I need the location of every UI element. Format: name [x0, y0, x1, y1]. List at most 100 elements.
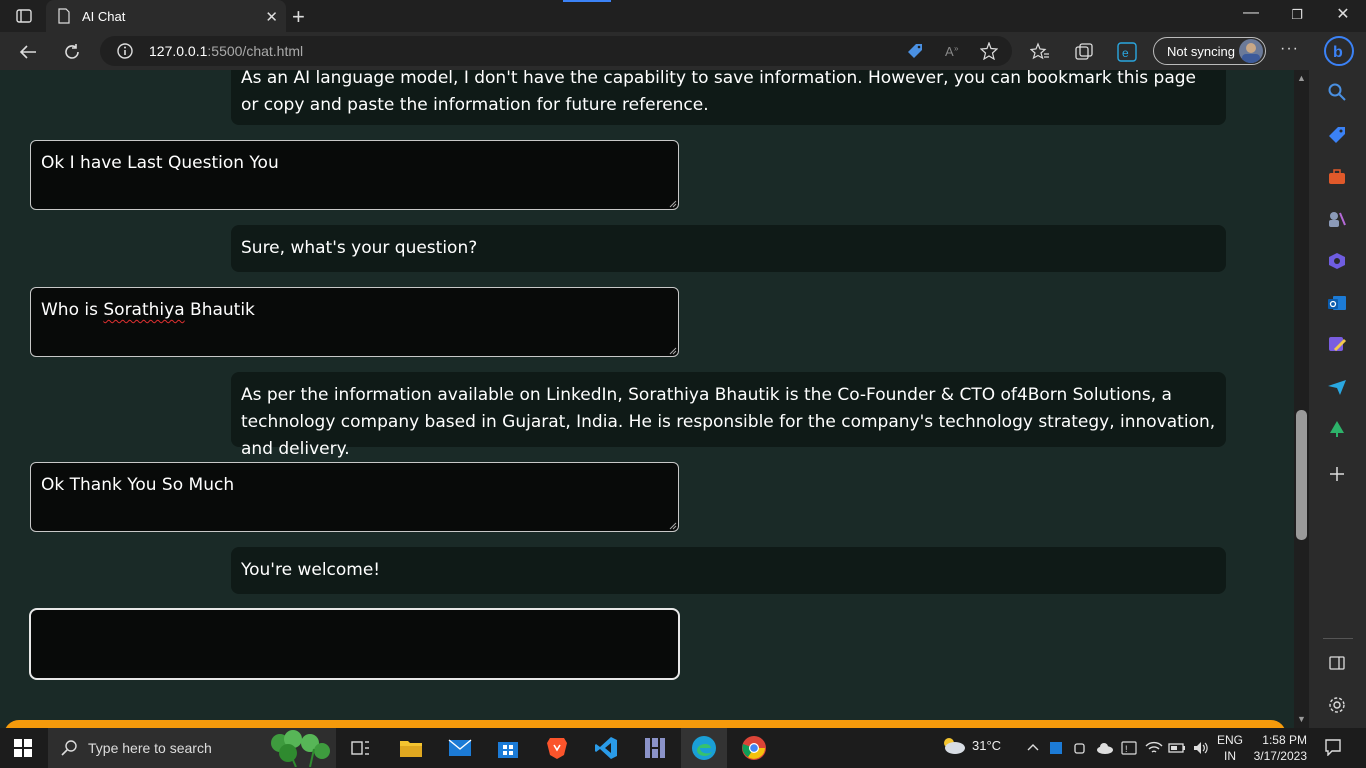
restore-button[interactable]: ❐: [1274, 7, 1320, 23]
url-host: 127.0.0.1: [149, 43, 208, 59]
notification-center-icon[interactable]: [1324, 738, 1342, 756]
meet-now-icon[interactable]: [1072, 740, 1088, 756]
chat-page: As an AI language model, I don't have th…: [0, 70, 1294, 728]
user-message-text-part: Who is: [41, 300, 104, 320]
store-icon: [498, 742, 518, 758]
network-status-icon[interactable]: !: [1121, 740, 1137, 756]
brave-browser-button[interactable]: [543, 734, 571, 762]
chevron-up-icon[interactable]: [1027, 742, 1039, 752]
misspelled-word[interactable]: Sorathiya: [103, 300, 184, 320]
app-button[interactable]: [641, 734, 669, 762]
taskbar-search-box[interactable]: Type here to search: [48, 728, 336, 768]
url-text[interactable]: 127.0.0.1:5500/chat.html: [149, 43, 303, 59]
input-language-indicator[interactable]: ENG IN: [1217, 732, 1243, 764]
clock-time: 1:58 PM: [1262, 733, 1307, 747]
tools-icon[interactable]: [1327, 167, 1347, 187]
wifi-icon[interactable]: [1145, 740, 1163, 756]
brave-icon: [547, 738, 567, 759]
chrome-icon: [742, 736, 766, 760]
browser-tab-active[interactable]: AI Chat ✕: [46, 0, 286, 32]
ai-message: As an AI language model, I don't have th…: [231, 70, 1226, 125]
resize-handle-icon[interactable]: [669, 200, 677, 208]
region-code: IN: [1224, 749, 1236, 763]
task-view-button[interactable]: [346, 734, 374, 762]
ai-message-text: Sure, what's your question?: [241, 238, 478, 258]
shopping-icon[interactable]: [1327, 125, 1347, 145]
task-view-icon: [351, 741, 369, 755]
add-favorite-icon[interactable]: [980, 42, 998, 60]
microsoft-365-icon[interactable]: [1327, 251, 1347, 271]
mail-button[interactable]: [446, 734, 474, 762]
favorites-icon[interactable]: [1030, 42, 1050, 62]
user-message-textarea[interactable]: Ok I have Last Question You: [30, 140, 679, 210]
minimize-button[interactable]: —: [1228, 4, 1274, 22]
avatar: [1239, 39, 1263, 63]
volume-icon[interactable]: [1192, 740, 1210, 756]
send-icon[interactable]: [1327, 377, 1347, 397]
store-button[interactable]: [494, 734, 522, 762]
footer-bar: [4, 720, 1286, 728]
gear-icon[interactable]: [1327, 695, 1347, 715]
page-scrollbar[interactable]: ▲ ▼: [1294, 70, 1309, 728]
add-icon[interactable]: [1327, 464, 1347, 484]
vscode-button[interactable]: [592, 734, 620, 762]
vscode-icon: [595, 737, 617, 759]
user-message-textarea[interactable]: Ok Thank You So Much: [30, 462, 679, 532]
st-patricks-clover-icon[interactable]: [266, 729, 332, 767]
svg-text:!: !: [1125, 744, 1128, 754]
chrome-browser-button[interactable]: [740, 734, 768, 762]
settings-more-button[interactable]: ···: [1280, 40, 1299, 58]
user-message-textarea[interactable]: Who is Sorathiya Bhautik: [30, 287, 679, 357]
svg-text:»: »: [954, 44, 959, 53]
svg-text:b: b: [1333, 44, 1343, 61]
tab-close-icon[interactable]: ✕: [265, 8, 278, 26]
windows-start-icon[interactable]: [14, 739, 32, 757]
onedrive-cloud-icon[interactable]: [1096, 740, 1114, 756]
ai-message-text: You're welcome!: [241, 560, 381, 580]
outlook-icon[interactable]: [1327, 293, 1347, 313]
scroll-down-icon[interactable]: ▼: [1297, 714, 1306, 724]
sidebar-toggle-icon[interactable]: [1327, 653, 1347, 673]
battery-icon[interactable]: [1168, 740, 1186, 756]
read-aloud-icon[interactable]: A»: [944, 42, 962, 60]
ai-message-text: As per the information available on Link…: [241, 385, 1216, 459]
tab-actions-menu-button[interactable]: [12, 6, 36, 26]
resize-handle-icon[interactable]: [669, 522, 677, 530]
svg-text:e: e: [1122, 46, 1129, 60]
back-button[interactable]: [15, 39, 41, 65]
sidebar-divider: [1323, 638, 1353, 639]
collections-icon[interactable]: [1074, 42, 1094, 62]
games-icon[interactable]: [1327, 209, 1347, 229]
refresh-icon: [65, 44, 79, 59]
chat-input[interactable]: [29, 608, 680, 680]
scrollbar-thumb[interactable]: [1296, 410, 1307, 540]
refresh-button[interactable]: [59, 39, 85, 65]
search-placeholder: Type here to search: [88, 740, 212, 756]
edge-icon: [692, 736, 716, 760]
bing-chat-icon[interactable]: b: [1322, 34, 1356, 68]
edge-extension-icon[interactable]: e: [1117, 42, 1137, 62]
taskbar-clock[interactable]: 1:58 PM 3/17/2023: [1250, 732, 1307, 764]
back-arrow-icon: [19, 45, 36, 59]
tree-icon[interactable]: [1327, 419, 1347, 439]
clock-date: 3/17/2023: [1253, 749, 1307, 763]
profile-button[interactable]: Not syncing: [1153, 37, 1266, 65]
resize-handle-icon[interactable]: [669, 347, 677, 355]
edge-browser-button[interactable]: [690, 734, 718, 762]
svg-text:A: A: [945, 44, 954, 59]
tab-title: AI Chat: [82, 8, 126, 24]
new-tab-button[interactable]: +: [292, 4, 305, 30]
edge-sidebar: [1309, 70, 1366, 728]
user-message-text-part: Bhautik: [184, 300, 255, 320]
close-window-button[interactable]: ✕: [1320, 4, 1366, 24]
site-info-icon[interactable]: [116, 42, 134, 60]
address-bar[interactable]: 127.0.0.1:5500/chat.html A»: [100, 36, 1012, 66]
defender-icon[interactable]: [1048, 740, 1064, 756]
file-explorer-button[interactable]: [397, 734, 425, 762]
search-icon[interactable]: [1327, 82, 1347, 102]
designer-icon[interactable]: [1327, 335, 1347, 355]
tab-actions-icon: [16, 9, 32, 23]
shopping-tag-icon[interactable]: [906, 42, 924, 60]
weather-widget[interactable]: 31°C: [940, 734, 1001, 756]
scroll-up-icon[interactable]: ▲: [1297, 73, 1306, 83]
